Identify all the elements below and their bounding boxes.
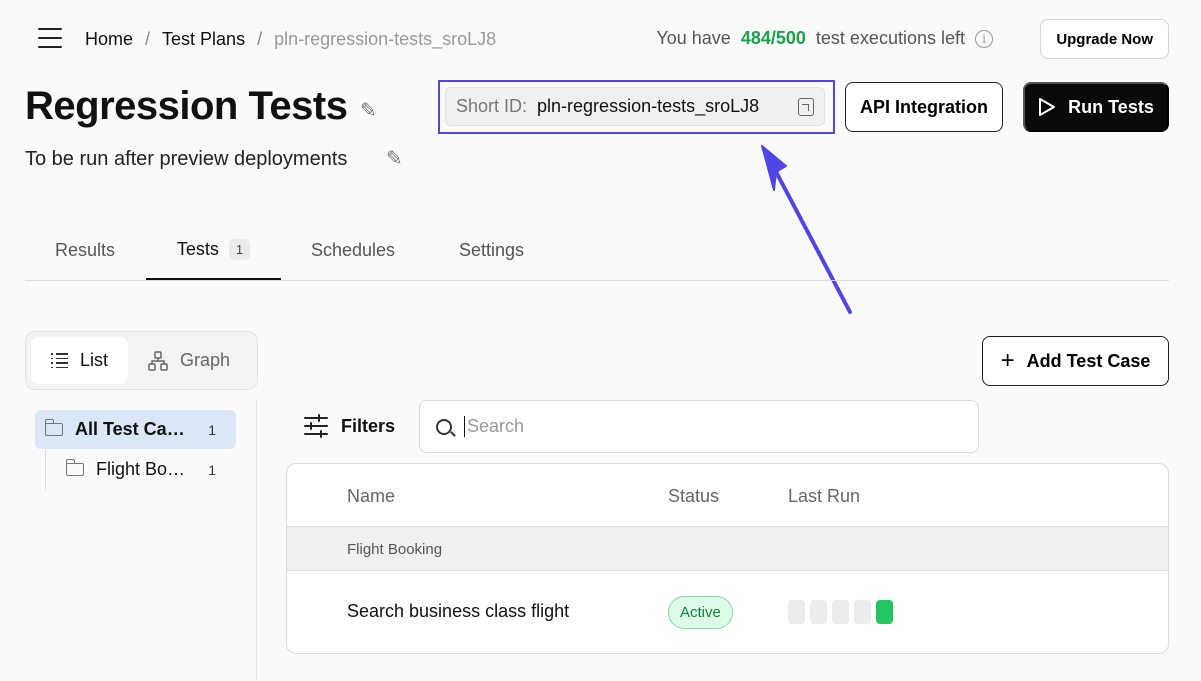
tree-item-count: 1 xyxy=(208,421,216,438)
upgrade-button[interactable]: Upgrade Now xyxy=(1040,19,1169,59)
view-toggle: List Graph xyxy=(25,331,258,390)
add-test-case-button[interactable]: + Add Test Case xyxy=(982,336,1169,386)
search-icon xyxy=(436,418,452,435)
quota-suffix: test executions left xyxy=(815,28,965,48)
breadcrumb: Home / Test Plans / pln-regression-tests… xyxy=(85,29,496,50)
tab-tests[interactable]: Tests 1 xyxy=(146,220,281,280)
tree-item-count: 1 xyxy=(208,461,216,478)
tab-bar: Results Tests 1 Schedules Settings xyxy=(25,220,1169,281)
folder-icon xyxy=(65,459,84,476)
search-input[interactable] xyxy=(464,416,944,437)
info-icon[interactable]: i xyxy=(975,29,993,48)
graph-view-label: Graph xyxy=(180,350,231,370)
list-icon xyxy=(51,350,68,371)
copy-icon[interactable] xyxy=(798,97,814,116)
folder-icon xyxy=(44,419,63,436)
tab-tests-label: Tests xyxy=(176,238,219,259)
breadcrumb-home[interactable]: Home xyxy=(85,29,133,50)
run-history-cell[interactable] xyxy=(810,600,827,624)
tab-results[interactable]: Results xyxy=(55,220,115,280)
run-tests-button[interactable]: Run Tests xyxy=(1023,82,1169,132)
column-header-name[interactable]: Name xyxy=(347,486,395,507)
list-view-button[interactable]: List xyxy=(31,337,129,384)
quota-count: 484/500 xyxy=(740,28,806,48)
add-test-case-label: Add Test Case xyxy=(1026,350,1151,371)
filters-button[interactable]: Filters xyxy=(303,410,395,442)
test-case-name[interactable]: Search business class flight xyxy=(347,601,569,622)
tree-connector xyxy=(45,450,46,490)
run-history-cell[interactable] xyxy=(854,600,871,624)
column-header-status[interactable]: Status xyxy=(668,486,719,507)
tree-item-label: Flight Booking xyxy=(96,459,188,479)
breadcrumb-test-plans[interactable]: Test Plans xyxy=(162,29,245,50)
graph-view-button[interactable]: Graph xyxy=(128,337,250,384)
column-header-last-run[interactable]: Last Run xyxy=(788,486,860,507)
tab-schedules[interactable]: Schedules xyxy=(311,220,395,280)
page-title: Regression Tests xyxy=(25,84,348,128)
page-description: To be run after preview deployments xyxy=(25,148,348,170)
group-label: Flight Booking xyxy=(347,541,443,558)
play-icon xyxy=(1039,98,1056,116)
edit-title-pencil-icon[interactable]: ✎ xyxy=(360,98,377,123)
api-integration-button[interactable]: API Integration xyxy=(845,82,1003,132)
short-id-label: Short ID: xyxy=(456,96,528,116)
breadcrumb-current: pln-regression-tests_sroLJ8 xyxy=(274,29,497,49)
tree-item-all-test-cases[interactable]: All Test Cases 1 xyxy=(35,410,236,449)
short-id-value: pln-regression-tests_sroLJ8 xyxy=(537,96,760,116)
edit-description-pencil-icon[interactable]: ✎ xyxy=(386,146,403,171)
search-field[interactable] xyxy=(419,400,979,453)
last-run-history xyxy=(788,600,893,624)
test-cases-table: Name Status Last Run Flight Booking Sear… xyxy=(286,463,1169,654)
breadcrumb-separator: / xyxy=(145,29,151,49)
graph-icon xyxy=(148,350,168,371)
filters-label: Filters xyxy=(341,415,396,436)
run-history-cell[interactable] xyxy=(876,600,893,624)
short-id-field: Short ID: pln-regression-tests_sroLJ8 xyxy=(445,87,825,126)
run-tests-label: Run Tests xyxy=(1068,96,1154,117)
tab-tests-count-badge: 1 xyxy=(228,238,251,260)
tree-item-label: All Test Cases xyxy=(75,419,193,439)
plus-icon: + xyxy=(1000,347,1015,374)
table-row[interactable]: Search business class flight Active xyxy=(287,571,1168,653)
breadcrumb-separator: / xyxy=(257,29,263,49)
run-history-cell[interactable] xyxy=(788,600,805,624)
quota-prefix: You have xyxy=(656,28,731,48)
status-badge: Active xyxy=(668,596,733,629)
run-history-cell[interactable] xyxy=(832,600,849,624)
filters-icon xyxy=(304,414,328,438)
tree-divider xyxy=(256,400,257,681)
tab-settings[interactable]: Settings xyxy=(459,220,524,280)
tree-item-flight-booking[interactable]: Flight Booking 1 xyxy=(65,450,236,489)
quota-indicator: You have 484/500 test executions left i xyxy=(656,28,993,49)
table-group-row: Flight Booking xyxy=(287,526,1168,571)
list-view-label: List xyxy=(80,350,109,370)
menu-icon[interactable] xyxy=(38,28,62,50)
